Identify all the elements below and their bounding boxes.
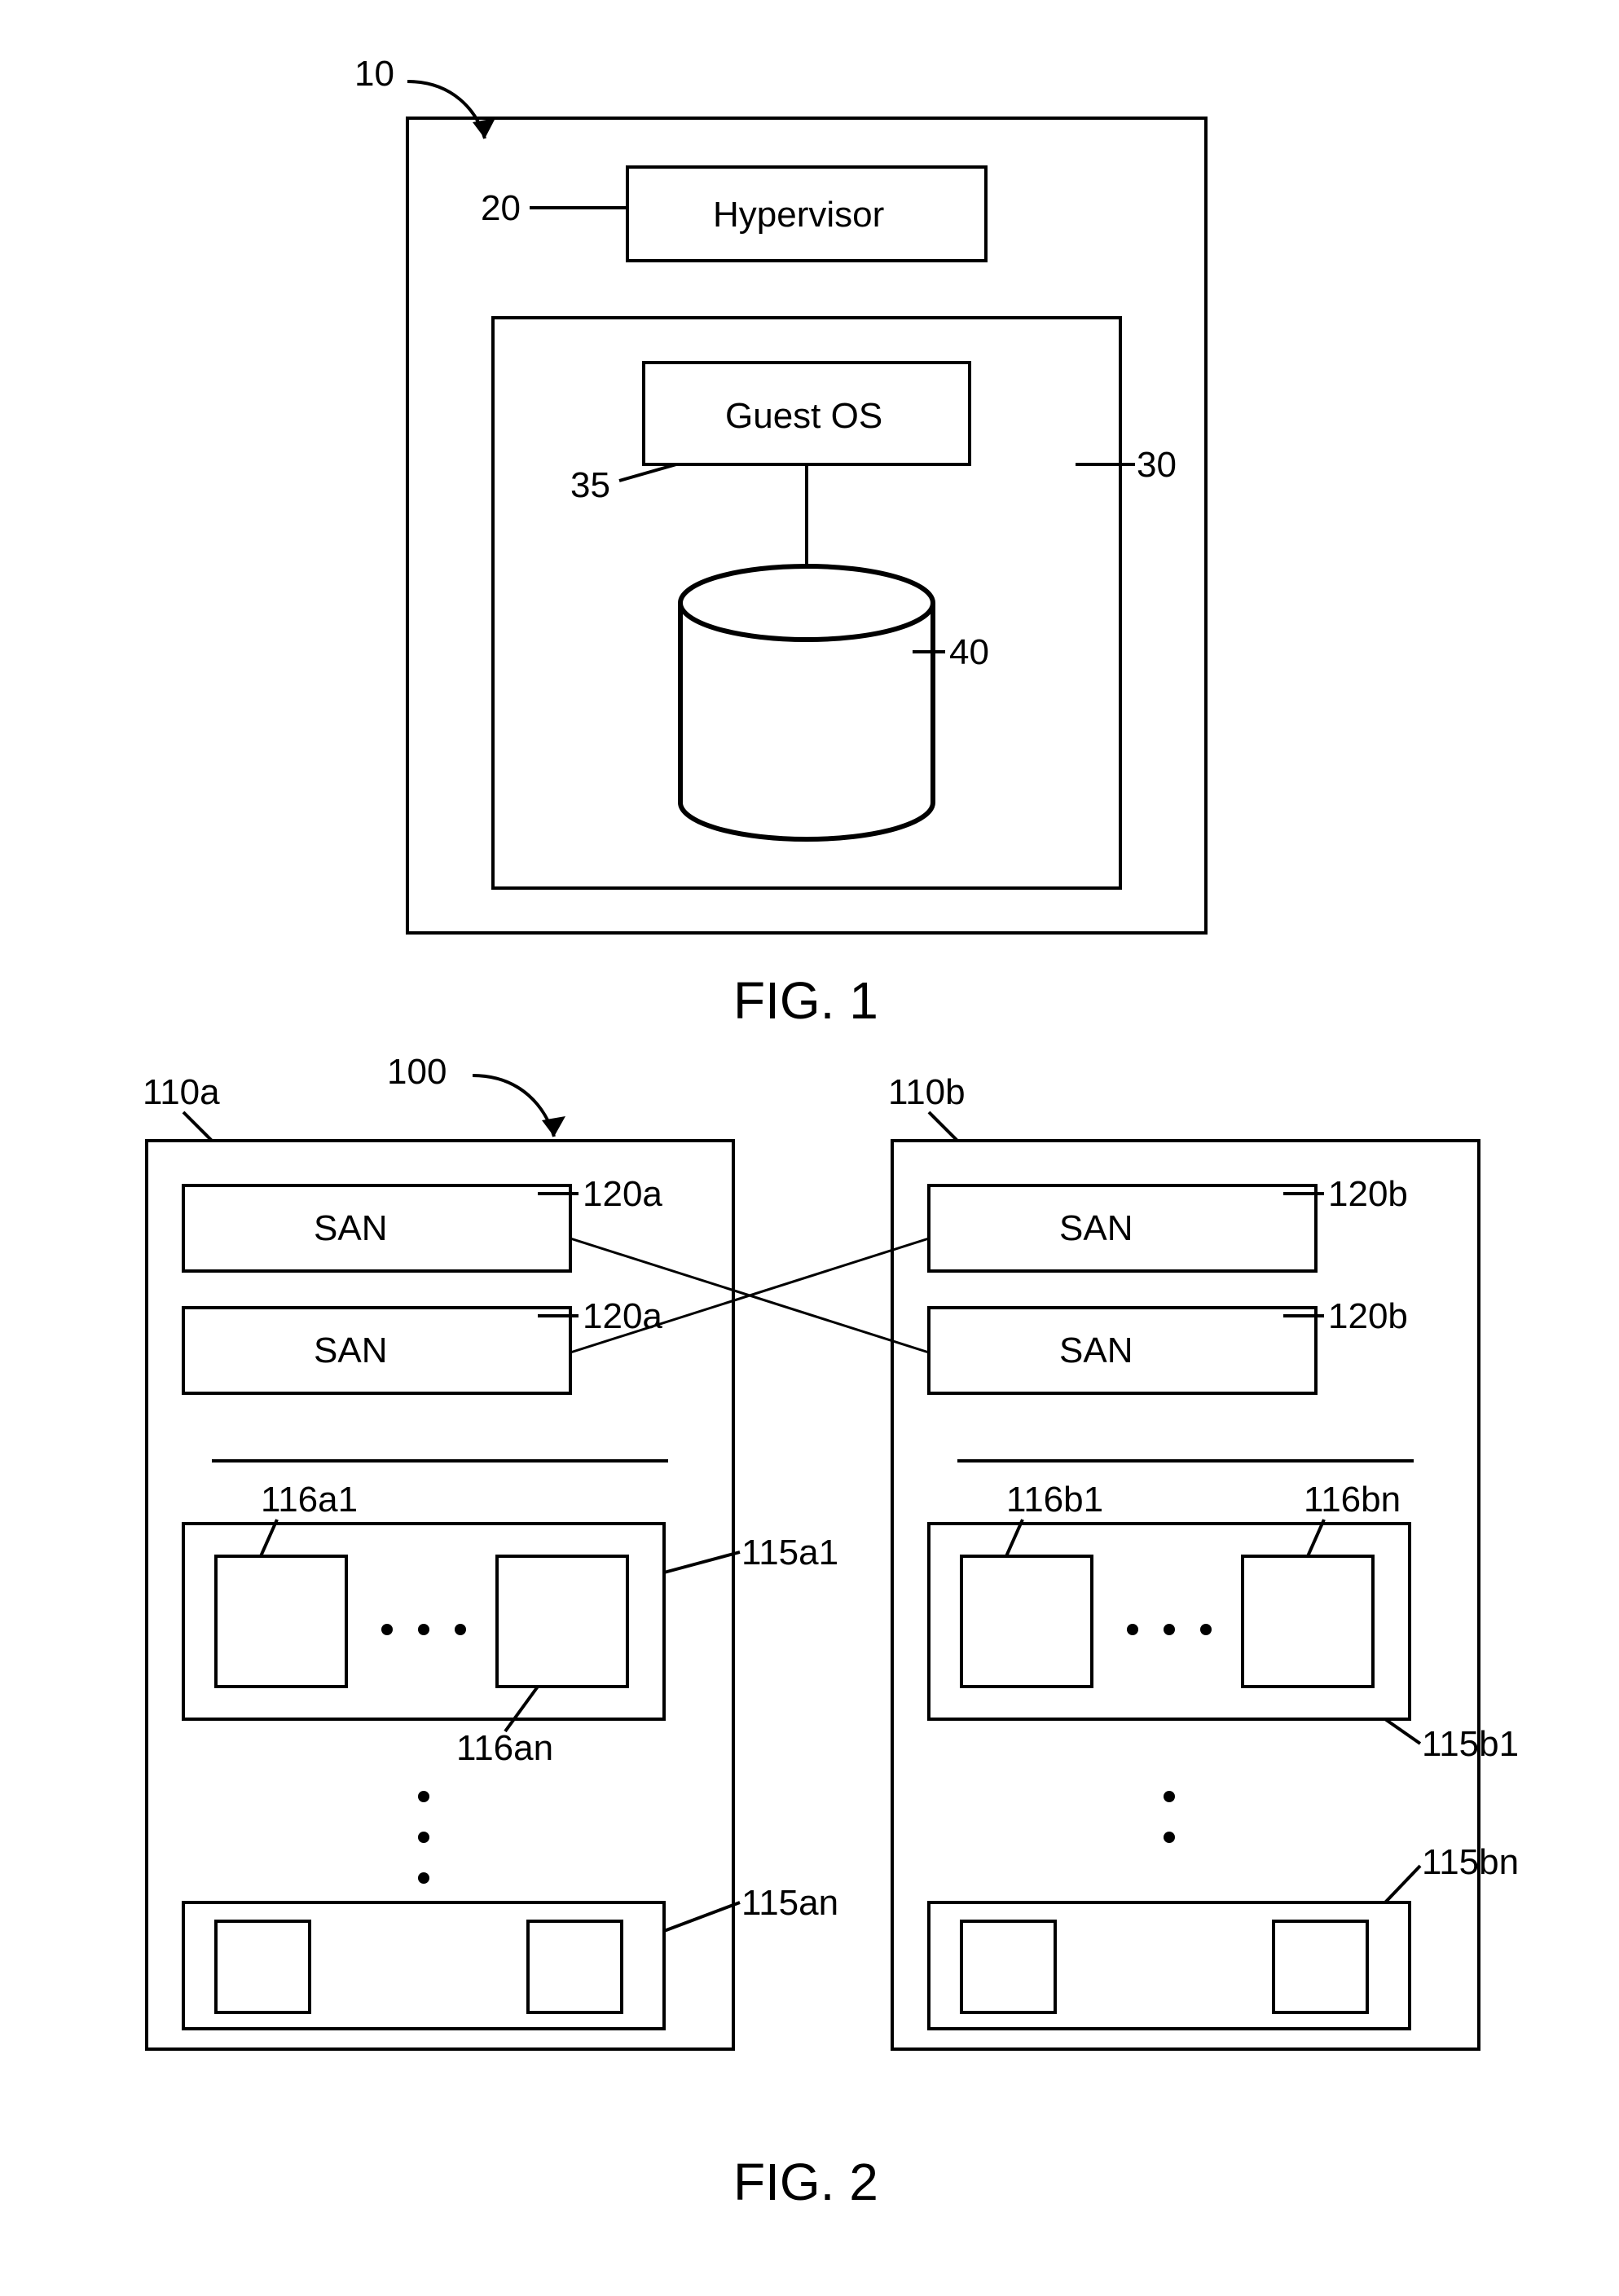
leader-110b xyxy=(929,1112,957,1141)
ref-server-right-top: 115b1 xyxy=(1422,1724,1519,1764)
fig1-caption: FIG. 1 xyxy=(733,971,878,1030)
san-left-bottom-label: SAN xyxy=(314,1331,387,1370)
ref-node-right-1: 116b1 xyxy=(1006,1480,1103,1520)
ref-system: 100 xyxy=(387,1052,447,1092)
guest-os-label: Guest OS xyxy=(725,396,882,436)
san-right-top-ref: 120b xyxy=(1328,1174,1408,1214)
ref-rack-right: 110b xyxy=(888,1072,966,1112)
ref-server-right-bot: 115bn xyxy=(1422,1842,1519,1882)
node-left-bot-1 xyxy=(216,1921,310,2012)
ref-host: 10 xyxy=(354,54,394,94)
rack-left: 110a SAN 120a SAN 120a 116a1 xyxy=(143,1072,838,2049)
san-right-top-label: SAN xyxy=(1059,1208,1133,1248)
node-right-bot-1 xyxy=(961,1921,1055,2012)
ref-node-left-1: 116a1 xyxy=(261,1480,358,1520)
diagram-canvas: 10 Hypervisor 20 30 Guest OS 35 40 xyxy=(0,0,1619,2296)
ref-node-left-n: 116an xyxy=(456,1728,553,1768)
leader-110a xyxy=(183,1112,212,1141)
san-right-bottom-label: SAN xyxy=(1059,1331,1133,1370)
ref-hypervisor: 20 xyxy=(481,188,521,228)
figure-2: 100 110a SAN 120a SAN 120a xyxy=(143,1052,1519,2211)
ref-disk: 40 xyxy=(949,632,989,672)
ref-server-left-top: 115a1 xyxy=(741,1533,838,1572)
node-right-top-n xyxy=(1243,1556,1373,1687)
san-right-bottom-ref: 120b xyxy=(1328,1296,1408,1336)
ref-guest-os: 35 xyxy=(570,465,610,505)
fig2-caption: FIG. 2 xyxy=(733,2153,878,2211)
arrow-100-head xyxy=(542,1116,565,1137)
san-left-bottom-ref: 120a xyxy=(583,1296,662,1336)
node-left-top-1 xyxy=(216,1556,346,1687)
ref-vm: 30 xyxy=(1137,445,1177,485)
ref-rack-left: 110a xyxy=(143,1072,220,1112)
node-left-bot-n xyxy=(528,1921,622,2012)
node-right-bot-n xyxy=(1274,1921,1367,2012)
san-left-top-label: SAN xyxy=(314,1208,387,1248)
figure-1: 10 Hypervisor 20 30 Guest OS 35 40 xyxy=(354,54,1206,1030)
node-left-top-n xyxy=(497,1556,627,1687)
arrow-100 xyxy=(473,1075,554,1137)
node-right-top-1 xyxy=(961,1556,1092,1687)
hypervisor-label: Hypervisor xyxy=(713,195,884,235)
rack-right: 110b SAN 120b SAN 120b 116b1 xyxy=(888,1072,1519,2049)
san-left-top-ref: 120a xyxy=(583,1174,662,1214)
ref-server-left-bot: 115an xyxy=(741,1883,838,1923)
ref-node-right-n: 116bn xyxy=(1304,1480,1401,1520)
